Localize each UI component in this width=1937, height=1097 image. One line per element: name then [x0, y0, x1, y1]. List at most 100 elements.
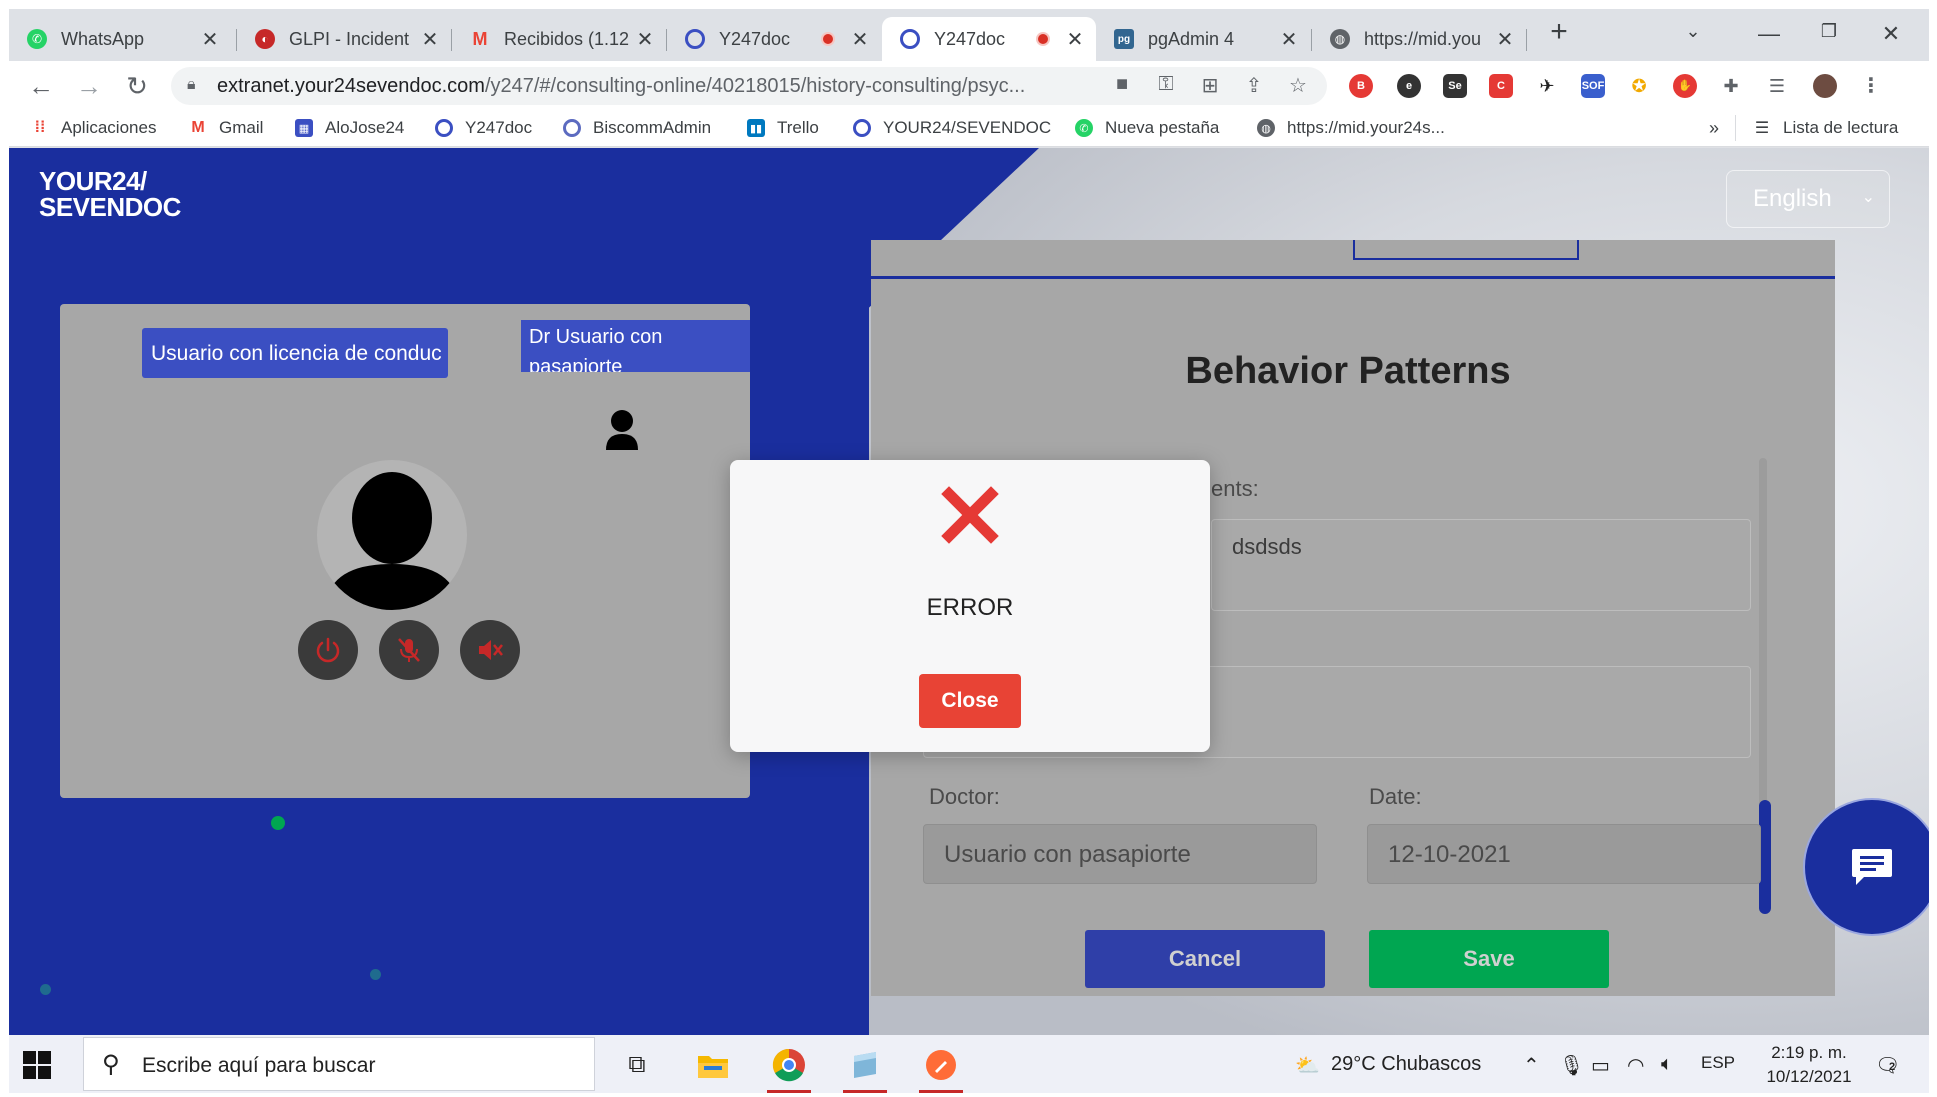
file-explorer-icon[interactable]: [689, 1043, 737, 1087]
camera-icon[interactable]: ■: [1107, 73, 1137, 96]
clock[interactable]: 2:19 p. m. 10/12/2021: [1761, 1041, 1857, 1089]
reading-list-icon: ☰: [1754, 120, 1770, 137]
bookmark-nueva-pestana[interactable]: ✆ Nueva pestaña: [1075, 118, 1219, 138]
lock-icon: 🔒︎: [187, 76, 196, 93]
browser-toolbar: ← → ↻ 🔒︎ extranet.your24sevendoc.com/y24…: [9, 61, 1929, 111]
tab-pgadmin[interactable]: pg pgAdmin 4 ✕: [1096, 17, 1310, 61]
chrome-icon[interactable]: [765, 1043, 813, 1093]
key-icon[interactable]: ⚿: [1151, 73, 1181, 96]
menu-icon[interactable]: ⋮: [1859, 74, 1883, 98]
bookmarks-overflow-button[interactable]: »: [1709, 118, 1719, 139]
url-host: extranet.your24sevendoc.com: [217, 75, 485, 97]
extension-icon[interactable]: C: [1489, 74, 1513, 98]
active-app-indicator: [843, 1090, 887, 1093]
minimize-button[interactable]: —: [1749, 21, 1789, 47]
notes-app-icon[interactable]: [841, 1043, 889, 1093]
battery-icon[interactable]: ▭: [1591, 1053, 1610, 1078]
bookmark-label: Gmail: [219, 118, 264, 137]
postman-icon[interactable]: [917, 1043, 965, 1093]
notifications-button[interactable]: 🗨︎ 2: [1875, 1053, 1900, 1078]
y247doc-icon: [435, 119, 453, 137]
bookmark-gmail[interactable]: M Gmail: [189, 118, 263, 138]
reading-list-button[interactable]: ☰ Lista de lectura: [1753, 118, 1898, 138]
microphone-icon[interactable]: 🎙︎: [1559, 1053, 1584, 1078]
apps-grid-icon: ⁞⁞: [34, 119, 46, 136]
url-text[interactable]: extranet.your24sevendoc.com/y247/#/consu…: [217, 75, 1097, 98]
bookmark-apps[interactable]: ⁞⁞ Aplicaciones: [31, 118, 157, 138]
clock-time: 2:19 p. m.: [1771, 1043, 1847, 1062]
clock-date: 10/12/2021: [1766, 1067, 1852, 1086]
bookmark-trello[interactable]: ▮▮ Trello: [747, 118, 819, 138]
close-icon[interactable]: ✕: [849, 27, 871, 52]
close-button[interactable]: Close: [919, 674, 1021, 728]
recording-icon: [1036, 32, 1050, 46]
avatar[interactable]: [1813, 74, 1837, 98]
share-icon[interactable]: ⇪: [1239, 73, 1269, 98]
whatsapp-icon: ✆: [27, 29, 47, 49]
bookmark-alojose24[interactable]: ▦ AloJose24: [295, 118, 404, 138]
sof-icon[interactable]: SOF: [1581, 74, 1605, 98]
tab-whatsapp[interactable]: ✆ WhatsApp ✕: [9, 17, 231, 61]
tab-label: pgAdmin 4: [1148, 28, 1235, 49]
bookmark-label: AloJose24: [325, 118, 405, 137]
tab-label: WhatsApp: [61, 28, 145, 49]
bookmark-label: Trello: [777, 118, 819, 137]
tab-y247doc-active[interactable]: Y247doc ✕: [882, 17, 1096, 61]
reading-list-label: Lista de lectura: [1783, 118, 1899, 137]
forward-button[interactable]: →: [73, 71, 105, 101]
back-button[interactable]: ←: [25, 71, 57, 101]
bookmarks-bar: ⁞⁞ Aplicaciones M Gmail ▦ AloJose24 Y247doc…: [9, 111, 1929, 147]
adblock-icon[interactable]: ✋: [1673, 74, 1697, 98]
pgadmin-icon: pg: [1114, 29, 1134, 49]
extension-icon[interactable]: e: [1397, 74, 1421, 98]
tab-strip: ✆ WhatsApp ✕ ◐ GLPI - Incident ✕ M Recib…: [9, 9, 1929, 61]
extension-icon[interactable]: B: [1349, 74, 1373, 98]
volume-icon[interactable]: 🔈︎: [1661, 1053, 1673, 1076]
task-view-icon[interactable]: ⧉: [613, 1043, 661, 1087]
tab-label: Recibidos (1.12: [504, 28, 630, 49]
bookmark-your24sevendoc[interactable]: YOUR24/SEVENDOC: [853, 118, 1051, 138]
url-path: /y247/#/consulting-online/40218015/histo…: [484, 75, 1026, 97]
error-dialog: ERROR Close: [730, 460, 1210, 752]
bookmark-label: YOUR24/SEVENDOC: [883, 118, 1052, 137]
extension-icon[interactable]: ✪: [1627, 74, 1651, 98]
star-icon[interactable]: ☆: [1283, 73, 1313, 98]
close-icon[interactable]: ✕: [1278, 27, 1300, 52]
translate-icon[interactable]: ⊞: [1195, 73, 1225, 98]
window-close-button[interactable]: ✕: [1871, 21, 1911, 47]
taskbar-search[interactable]: ⚲ Escribe aquí para buscar: [83, 1037, 595, 1091]
media-icon[interactable]: ☰: [1765, 74, 1789, 98]
bookmark-mid[interactable]: ◍ https://mid.your24s...: [1257, 118, 1445, 138]
error-message: ERROR: [926, 594, 1014, 621]
bookmark-y247doc[interactable]: Y247doc: [435, 118, 532, 138]
wifi-icon[interactable]: ◠: [1627, 1053, 1644, 1078]
address-bar[interactable]: 🔒︎ extranet.your24sevendoc.com/y247/#/co…: [171, 67, 1327, 105]
tab-mid[interactable]: ◍ https://mid.you ✕: [1312, 17, 1526, 61]
weather-icon[interactable]: ⛅: [1295, 1053, 1320, 1078]
extension-icon[interactable]: ✈: [1535, 74, 1559, 98]
windows-taskbar: ⚲ Escribe aquí para buscar ⧉ ⛅ 29°C Chub…: [9, 1035, 1929, 1093]
bookmark-biscommadmin[interactable]: BiscommAdmin: [563, 118, 711, 138]
tab-gmail[interactable]: M Recibidos (1.12 ✕: [452, 17, 666, 61]
close-icon[interactable]: ✕: [1064, 27, 1086, 52]
close-icon[interactable]: ✕: [1494, 27, 1516, 52]
close-icon[interactable]: ✕: [199, 27, 221, 52]
windows-start-icon[interactable]: [23, 1051, 51, 1079]
restore-button[interactable]: ❐: [1809, 21, 1849, 42]
search-icon: ⚲: [102, 1051, 120, 1078]
close-icon[interactable]: ✕: [634, 27, 656, 52]
tab-y247doc[interactable]: Y247doc ✕: [667, 17, 881, 61]
new-tab-button[interactable]: +: [1539, 15, 1579, 49]
tab-glpi[interactable]: ◐ GLPI - Incident ✕: [237, 17, 451, 61]
reload-button[interactable]: ↻: [121, 71, 153, 101]
tab-search-icon[interactable]: ⌄: [1673, 21, 1713, 42]
puzzle-icon[interactable]: ✚: [1719, 74, 1743, 98]
bookmark-label: Nueva pestaña: [1105, 118, 1220, 137]
biscomm-icon: [563, 119, 581, 137]
weather-text[interactable]: 29°C Chubascos: [1331, 1053, 1481, 1076]
input-language[interactable]: ESP: [1701, 1053, 1735, 1073]
bookmark-page-icon: ▦: [295, 119, 313, 137]
chevron-up-icon[interactable]: ⌃: [1523, 1053, 1540, 1078]
selenium-icon[interactable]: Se: [1443, 74, 1467, 98]
close-icon[interactable]: ✕: [419, 27, 441, 52]
